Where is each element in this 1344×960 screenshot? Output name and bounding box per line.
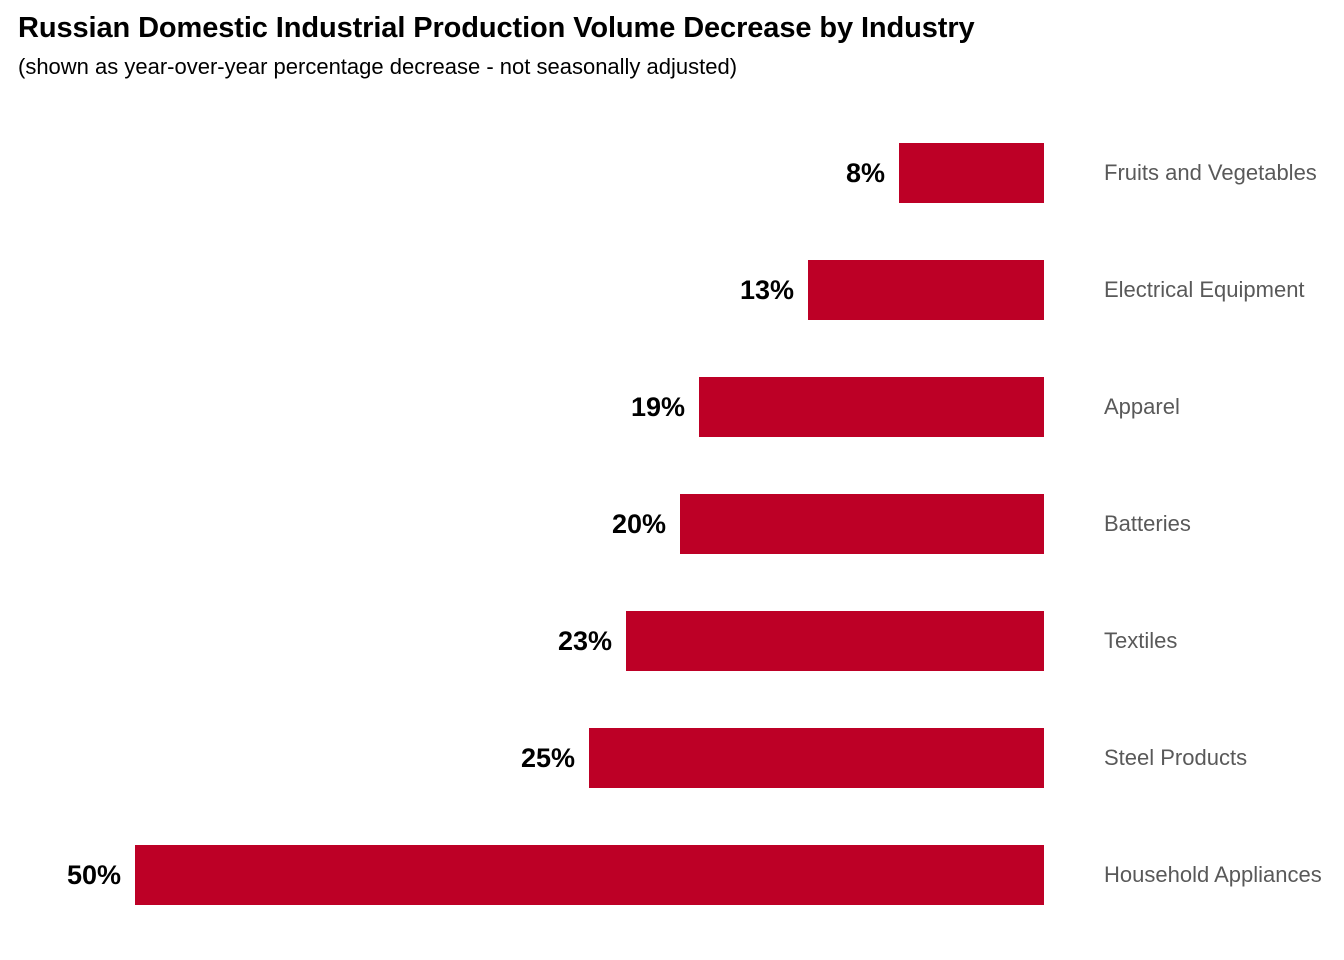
bar-value-label: 25% — [520, 743, 575, 773]
bar-row: 19% Apparel — [0, 377, 1344, 437]
bar-category-label: Steel Products — [1104, 745, 1248, 770]
bar-chart-plot-area: 8% Fruits and Vegetables 13% Electrical Equ… — [0, 130, 1344, 950]
bar-track: 50% — [0, 845, 1044, 905]
bar-row: 8% Fruits and Vegetables — [0, 143, 1344, 203]
bar-row: 20% Batteries — [0, 494, 1344, 554]
bar-value-label: 50% — [66, 860, 121, 890]
bar-value-label: 8% — [845, 158, 885, 188]
chart-page: Russian Domestic Industrial Production V… — [0, 0, 1344, 960]
bar-track: 19% — [0, 377, 1044, 437]
bar-category-label: Household Appliances — [1104, 862, 1322, 887]
bar-row: 23% Textiles — [0, 611, 1344, 671]
bar-value-label: 19% — [630, 392, 685, 422]
bar-category-label: Textiles — [1104, 628, 1178, 653]
bar[interactable] — [899, 143, 1044, 203]
bar-row: 13% Electrical Equipment — [0, 260, 1344, 320]
bar-track: 25% — [0, 728, 1044, 788]
bar[interactable] — [589, 728, 1044, 788]
bar[interactable] — [135, 845, 1044, 905]
bar-value-label: 13% — [739, 275, 794, 305]
bar[interactable] — [808, 260, 1044, 320]
bar-row: 25% Steel Products — [0, 728, 1344, 788]
bar-track: 13% — [0, 260, 1044, 320]
bar-category-label: Electrical Equipment — [1104, 277, 1305, 302]
bar-track: 20% — [0, 494, 1044, 554]
bar[interactable] — [699, 377, 1044, 437]
bar-track: 23% — [0, 611, 1044, 671]
bar-row: 50% Household Appliances — [0, 845, 1344, 905]
bar-category-label: Batteries — [1104, 511, 1191, 536]
chart-header: Russian Domestic Industrial Production V… — [18, 10, 1328, 82]
bar-value-label: 20% — [611, 509, 666, 539]
bar[interactable] — [680, 494, 1044, 554]
bar-category-label: Fruits and Vegetables — [1104, 160, 1317, 185]
page-title: Russian Domestic Industrial Production V… — [18, 12, 975, 44]
chart-subtitle: (shown as year-over-year percentage decr… — [18, 54, 738, 79]
bar[interactable] — [626, 611, 1044, 671]
bar-track: 8% — [0, 143, 1044, 203]
bar-category-label: Apparel — [1104, 394, 1180, 419]
bar-value-label: 23% — [557, 626, 612, 656]
